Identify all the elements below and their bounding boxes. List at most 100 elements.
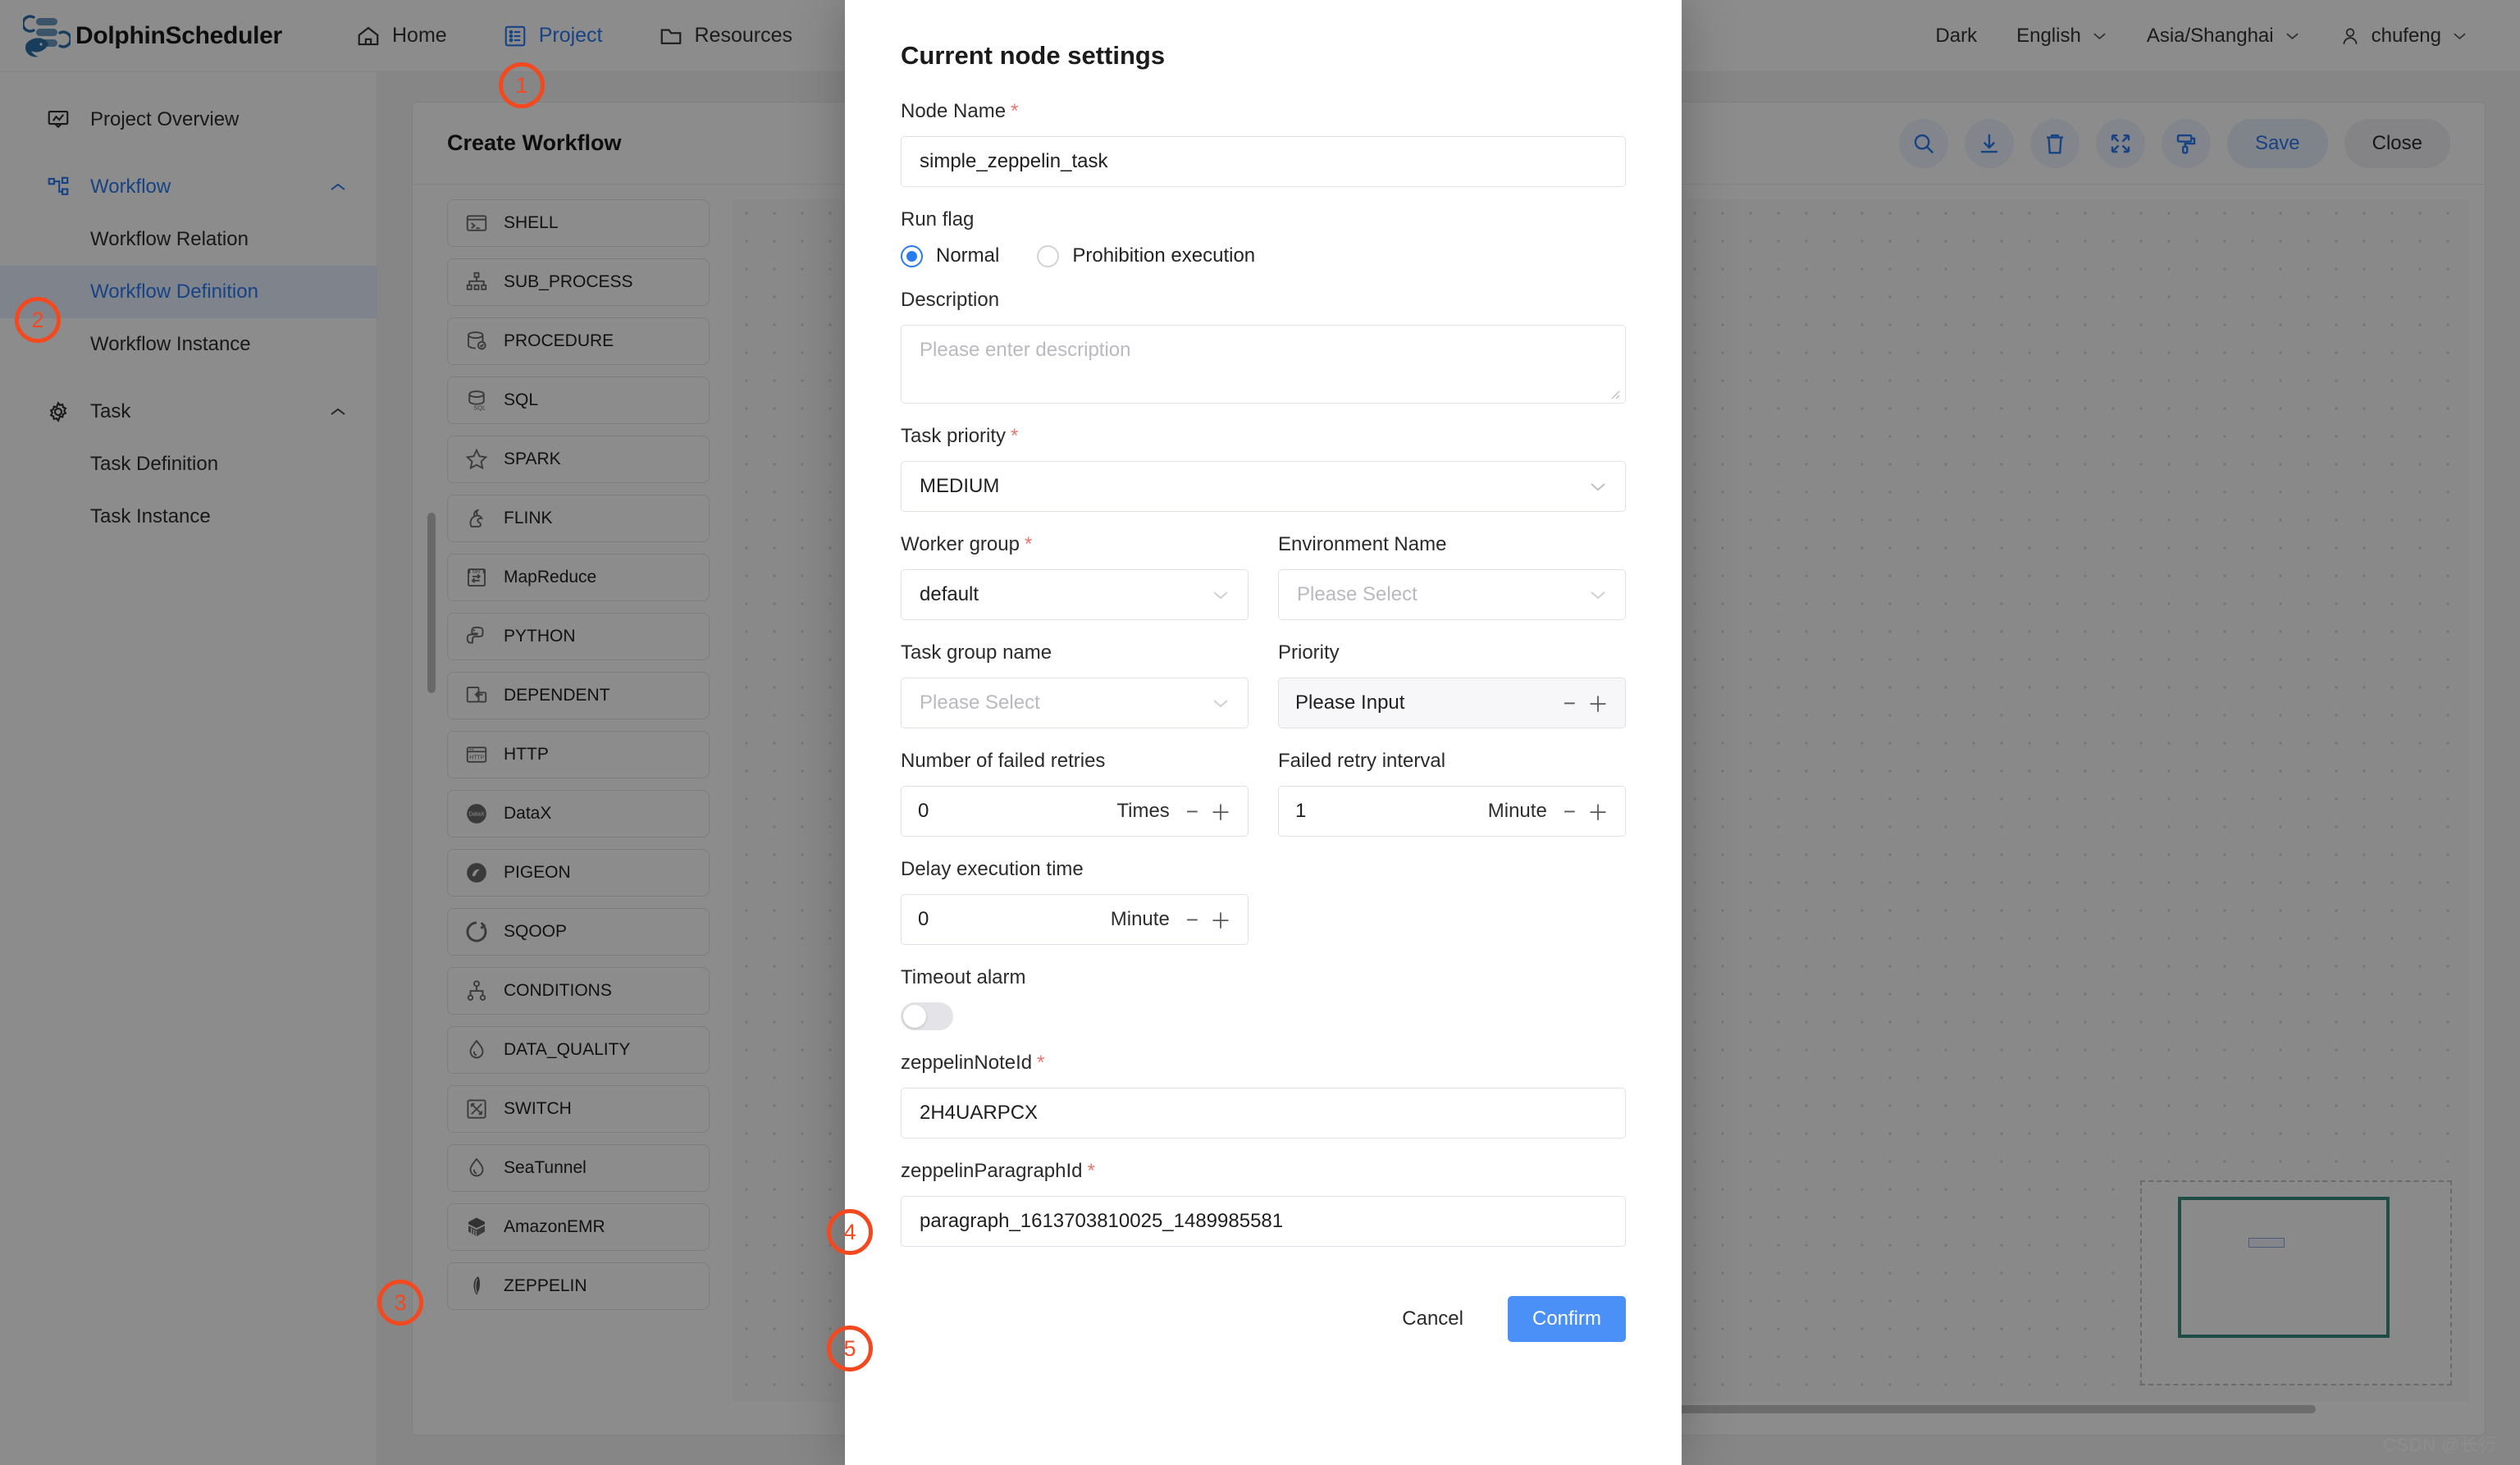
watermark-text: CSDN @长行: [2383, 1435, 2497, 1455]
row-delay-spacer: [1278, 858, 1626, 966]
environment-name-placeholder: Please Select: [1297, 583, 1418, 605]
annotation-marker-4: 4: [827, 1209, 873, 1255]
annotation-marker-3: 3: [377, 1280, 423, 1326]
delay-execution-controls[interactable]: − ＋: [1186, 905, 1231, 935]
chevron-down-icon: [1213, 700, 1228, 708]
priority-stepper-controls[interactable]: − ＋: [1564, 688, 1609, 719]
timeout-alarm-toggle[interactable]: [901, 1002, 953, 1030]
required-asterisk: *: [1037, 1052, 1045, 1074]
run-flag-radio-group: Normal Prohibition execution: [901, 244, 1626, 267]
label-task-group-name: Task group name: [901, 641, 1052, 664]
required-asterisk: *: [1087, 1160, 1095, 1182]
failed-retry-interval-stepper[interactable]: 1 Minute − ＋: [1278, 786, 1626, 837]
failed-retries-stepper[interactable]: 0 Times − ＋: [901, 786, 1249, 837]
description-textarea[interactable]: Please enter description: [901, 325, 1626, 404]
delay-execution-value: 0: [918, 908, 929, 930]
worker-group-select[interactable]: default: [901, 569, 1249, 620]
annotation-marker-1: 1: [499, 62, 545, 108]
field-task-priority: Task priority * MEDIUM: [901, 425, 1626, 512]
minus-icon[interactable]: −: [1186, 907, 1198, 933]
label-text-zeppelin-paragraph-id: zeppelinParagraphId: [901, 1160, 1083, 1182]
label-description: Description: [901, 289, 1000, 311]
field-environment-name: Environment Name Please Select: [1278, 533, 1626, 620]
label-zeppelin-note-id: zeppelinNoteId *: [901, 1052, 1626, 1075]
field-failed-retries: Number of failed retries 0 Times − ＋: [901, 750, 1249, 837]
radio-label-prohibition: Prohibition execution: [1072, 244, 1256, 267]
failed-retries-unit: Times: [1116, 800, 1170, 822]
label-node-name: Node Name *: [901, 100, 1626, 123]
plus-icon[interactable]: ＋: [1587, 688, 1609, 719]
label-task-priority: Task priority *: [901, 425, 1626, 448]
required-asterisk: *: [1024, 533, 1033, 555]
radio-prohibition-execution[interactable]: Prohibition execution: [1037, 244, 1255, 267]
priority-stepper[interactable]: Please Input − ＋: [1278, 678, 1626, 728]
label-text-task-priority: Task priority: [901, 425, 1007, 447]
row-worker-group-environment: Worker group * default Environment Name P…: [901, 533, 1626, 641]
label-worker-group: Worker group *: [901, 533, 1249, 556]
field-worker-group: Worker group * default: [901, 533, 1249, 620]
required-asterisk: *: [1011, 100, 1019, 122]
dialog-footer: Cancel Confirm: [845, 1268, 1682, 1375]
label-environment-name: Environment Name: [1278, 533, 1447, 555]
task-group-name-placeholder: Please Select: [920, 691, 1040, 714]
zeppelin-note-id-input[interactable]: 2H4UARPCX: [901, 1088, 1626, 1139]
failed-retry-interval-unit: Minute: [1487, 800, 1547, 822]
minus-icon[interactable]: −: [1564, 691, 1576, 716]
label-run-flag: Run flag: [901, 208, 975, 230]
label-timeout-alarm: Timeout alarm: [901, 966, 1026, 988]
radio-label-normal: Normal: [936, 244, 1000, 267]
description-placeholder: Please enter description: [920, 339, 1131, 361]
field-zeppelin-note-id: zeppelinNoteId * 2H4UARPCX: [901, 1052, 1626, 1139]
application-root: DolphinScheduler Home Project Resources …: [0, 0, 2520, 1465]
confirm-button[interactable]: Confirm: [1507, 1296, 1626, 1342]
radio-dot-prohibition: [1037, 244, 1060, 267]
node-name-input[interactable]: simple_zeppelin_task: [901, 136, 1626, 187]
row-task-group-priority: Task group name Please Select Priority P…: [901, 641, 1626, 750]
radio-normal[interactable]: Normal: [901, 244, 999, 267]
failed-retry-interval-value: 1: [1295, 800, 1307, 822]
radio-dot-normal: [901, 244, 923, 267]
annotation-marker-5: 5: [827, 1326, 873, 1371]
field-node-name: Node Name * simple_zeppelin_task: [901, 100, 1626, 187]
chevron-down-icon: [1213, 591, 1228, 600]
worker-group-value: default: [920, 583, 979, 605]
field-timeout-alarm: Timeout alarm: [901, 966, 1626, 1030]
field-description: Description Please enter description: [901, 289, 1626, 404]
failed-retries-controls[interactable]: − ＋: [1186, 796, 1231, 827]
label-text-node-name: Node Name: [901, 100, 1007, 122]
field-zeppelin-paragraph-id: zeppelinParagraphId * paragraph_161370381…: [901, 1160, 1626, 1247]
failed-retry-interval-controls[interactable]: − ＋: [1564, 796, 1609, 827]
current-node-settings-dialog: Current node settings Node Name * simple_…: [845, 0, 1682, 1465]
priority-placeholder: Please Input: [1295, 691, 1405, 714]
label-failed-retries: Number of failed retries: [901, 750, 1106, 772]
label-delay-execution-time: Delay execution time: [901, 858, 1084, 880]
task-priority-value: MEDIUM: [920, 475, 1000, 497]
plus-icon[interactable]: ＋: [1210, 796, 1231, 827]
plus-icon[interactable]: ＋: [1210, 905, 1231, 935]
dialog-body: Current node settings Node Name * simple_…: [845, 0, 1682, 1247]
failed-retries-value: 0: [918, 800, 929, 822]
task-group-name-select[interactable]: Please Select: [901, 678, 1249, 728]
row-delay-execution: Delay execution time 0 Minute − ＋: [901, 858, 1626, 966]
label-priority: Priority: [1278, 641, 1340, 664]
chevron-down-icon: [1591, 483, 1605, 491]
field-run-flag: Run flag Normal Prohibition execution: [901, 208, 1626, 267]
delay-execution-unit: Minute: [1110, 908, 1170, 930]
resize-grip-icon: [1611, 390, 1620, 399]
label-text-zeppelin-note-id: zeppelinNoteId: [901, 1052, 1033, 1074]
field-priority: Priority Please Input − ＋: [1278, 641, 1626, 728]
annotation-marker-2: 2: [15, 297, 61, 343]
dialog-title: Current node settings: [901, 41, 1166, 70]
cancel-button[interactable]: Cancel: [1377, 1296, 1488, 1342]
required-asterisk: *: [1011, 425, 1019, 447]
plus-icon[interactable]: ＋: [1587, 796, 1609, 827]
zeppelin-paragraph-id-input[interactable]: paragraph_1613703810025_1489985581: [901, 1196, 1626, 1247]
environment-name-select[interactable]: Please Select: [1278, 569, 1626, 620]
minus-icon[interactable]: −: [1564, 799, 1576, 824]
field-failed-retry-interval: Failed retry interval 1 Minute − ＋: [1278, 750, 1626, 837]
delay-execution-stepper[interactable]: 0 Minute − ＋: [901, 894, 1249, 945]
label-failed-retry-interval: Failed retry interval: [1278, 750, 1446, 772]
task-priority-select[interactable]: MEDIUM: [901, 461, 1626, 512]
label-text-worker-group: Worker group: [901, 533, 1020, 555]
minus-icon[interactable]: −: [1186, 799, 1198, 824]
